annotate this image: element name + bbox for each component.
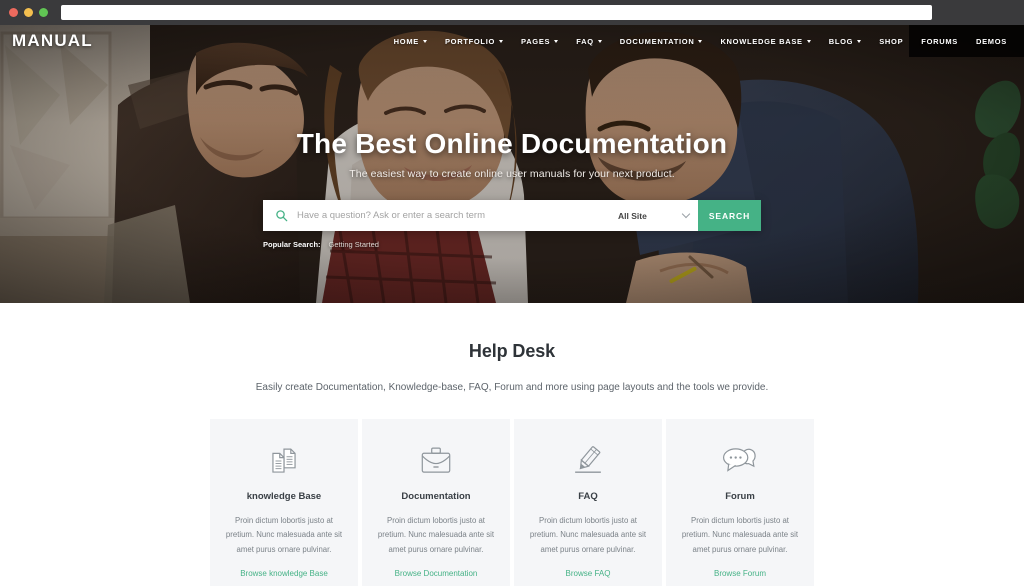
card-forum[interactable]: Forum Proin dictum lobortis justo at pre… — [666, 419, 814, 586]
card-text: Proin dictum lobortis justo at pretium. … — [377, 516, 495, 554]
popular-search-term[interactable]: Getting Started — [329, 240, 379, 249]
search-submit-button[interactable]: SEARCH — [698, 200, 761, 231]
card-title: Documentation — [401, 491, 471, 502]
hero-subtitle: The easiest way to create online user ma… — [349, 168, 675, 180]
hero-content: The Best Online Documentation The easies… — [0, 25, 1024, 303]
card-link-documentation[interactable]: Browse Documentation — [395, 569, 478, 578]
minimize-window-button[interactable] — [24, 8, 33, 17]
feature-cards: knowledge Base Proin dictum lobortis jus… — [0, 419, 1024, 586]
section-description: Easily create Documentation, Knowledge-b… — [255, 382, 769, 393]
close-window-button[interactable] — [9, 8, 18, 17]
pencil-icon — [570, 439, 606, 483]
hero-title: The Best Online Documentation — [296, 128, 728, 159]
card-link-faq[interactable]: Browse FAQ — [566, 569, 611, 578]
card-text: Proin dictum lobortis justo at pretium. … — [529, 516, 647, 554]
help-desk-section: Help Desk Easily create Documentation, K… — [0, 303, 1024, 586]
search-input[interactable] — [297, 210, 614, 221]
browser-chrome — [0, 0, 1024, 25]
popular-search: Popular Search: Getting Started — [263, 240, 761, 249]
address-bar[interactable] — [61, 5, 932, 20]
card-link-knowledge-base[interactable]: Browse knowledge Base — [240, 569, 328, 578]
card-title: Forum — [725, 491, 755, 502]
maximize-window-button[interactable] — [39, 8, 48, 17]
card-knowledge-base[interactable]: knowledge Base Proin dictum lobortis jus… — [210, 419, 358, 586]
search-scope-select[interactable]: All Site — [614, 200, 698, 231]
card-text: Proin dictum lobortis justo at pretium. … — [681, 516, 799, 554]
search-icon — [276, 210, 288, 222]
chevron-down-icon — [681, 209, 691, 219]
hero-section: MANUAL HOME PORTFOLIO PAGES FAQ DOCUMENT… — [0, 25, 1024, 303]
popular-search-label: Popular Search: — [263, 240, 321, 249]
hero-search-bar: All Site SEARCH — [263, 200, 761, 231]
search-field-wrap[interactable] — [263, 200, 614, 231]
chat-bubbles-icon — [721, 439, 759, 483]
briefcase-icon — [418, 439, 454, 483]
section-title: Help Desk — [468, 341, 556, 361]
card-documentation[interactable]: Documentation Proin dictum lobortis just… — [362, 419, 510, 586]
documents-icon — [267, 439, 301, 483]
card-title: FAQ — [578, 491, 598, 502]
card-link-forum[interactable]: Browse Forum — [714, 569, 766, 578]
card-text: Proin dictum lobortis justo at pretium. … — [225, 516, 343, 554]
card-faq[interactable]: FAQ Proin dictum lobortis justo at preti… — [514, 419, 662, 586]
window-traffic-lights — [0, 8, 48, 17]
card-title: knowledge Base — [246, 491, 322, 502]
search-scope-value: All Site — [618, 210, 647, 221]
